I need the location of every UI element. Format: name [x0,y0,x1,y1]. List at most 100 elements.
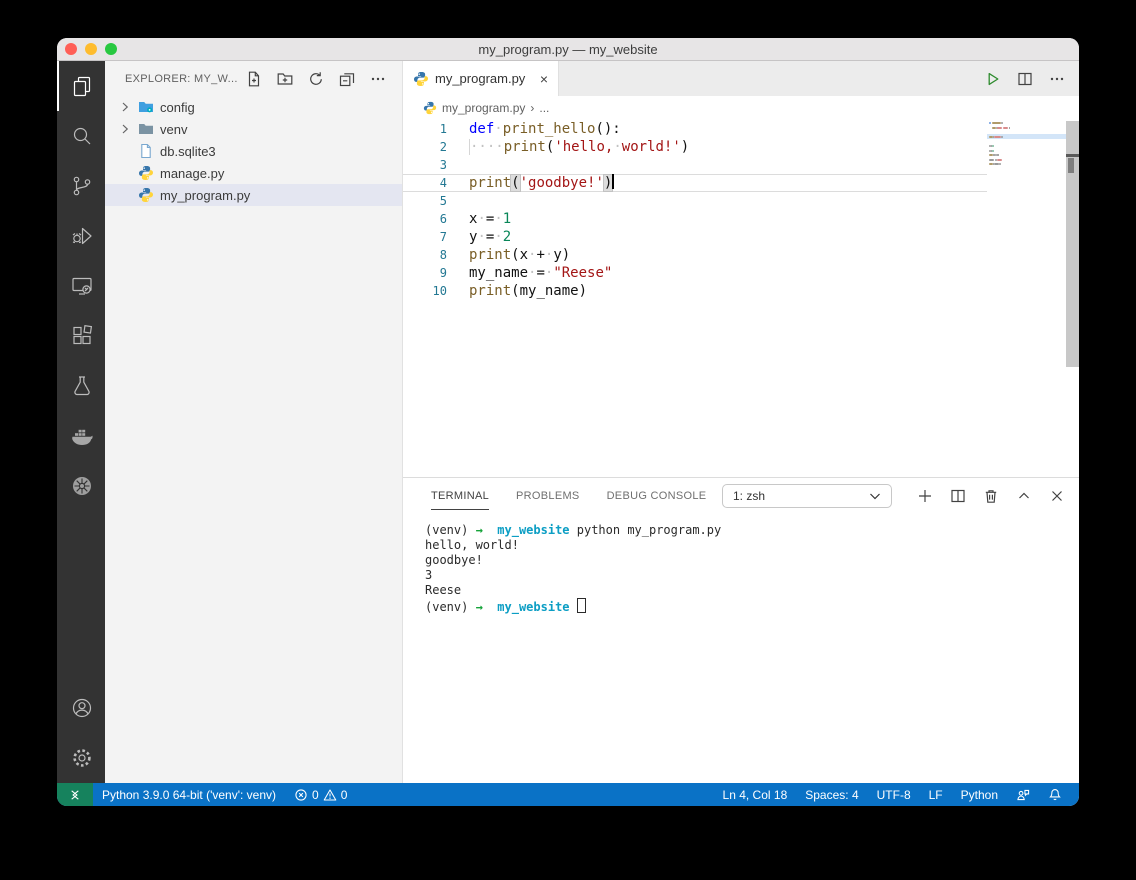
line-number[interactable]: 2 [403,138,447,156]
activity-bar-item-explorer[interactable] [57,61,105,111]
activity-bar-item-kubernetes[interactable] [57,461,105,511]
panel-header: TERMINAL PROBLEMS DEBUG CONSOLE 1: zsh [403,478,1079,513]
panel-tab-problems[interactable]: PROBLEMS [516,481,580,510]
new-terminal-button[interactable] [917,488,933,504]
kill-terminal-button[interactable] [983,488,999,504]
tree-item-manage-py[interactable]: manage.py [105,162,402,184]
collapse-all-icon[interactable] [339,71,355,87]
python-icon [138,187,154,203]
activity-bar-item-remote-explorer[interactable] [57,261,105,311]
terminal-line-5: Reese [425,583,462,597]
window-title: my_program.py — my_website [478,41,658,57]
status-label: Python [960,787,998,802]
more-icon[interactable] [370,71,386,87]
code-line-5[interactable]: 5 [403,192,987,210]
refresh-icon[interactable] [308,71,324,87]
terminal-output[interactable]: (venv) → my_website python my_program.py… [403,513,1079,783]
status-cursor-position[interactable]: Ln 4, Col 18 [714,783,797,806]
new-file-icon[interactable] [246,71,262,87]
split-terminal-button[interactable] [950,488,966,504]
minimap-token [997,154,1000,157]
minimap-token [992,145,994,147]
code-line-2[interactable]: 2 ····print('hello,·world!') [403,138,987,156]
tree-item-config[interactable]: config [105,96,402,118]
line-number[interactable]: 6 [403,210,447,228]
panel-tab-terminal[interactable]: TERMINAL [431,481,490,510]
status-notifications[interactable] [1039,783,1071,806]
code-line-6[interactable]: 6 x·=·1 [403,210,987,228]
split-editor-button[interactable] [1017,71,1033,87]
status-indentation[interactable]: Spaces: 4 [796,783,867,806]
code-line-8[interactable]: 8 print(x·+·y) [403,246,987,264]
editor-vertical-scrollbar[interactable] [1066,120,1079,477]
status-end-of-line[interactable]: LF [920,783,952,806]
minimap-token [1001,135,1003,138]
line-number[interactable]: 7 [403,228,447,246]
activity-bar-item-run-and-debug[interactable] [57,211,105,261]
tree-item-venv[interactable]: venv [105,118,402,140]
run-button[interactable] [985,71,1001,87]
line-number[interactable]: 3 [403,156,447,174]
status-remote-indicator[interactable] [57,783,93,806]
code-line-content: my_name·=·"Reese" [469,265,613,281]
code-line-3[interactable]: 3 [403,156,987,174]
tree-item-my-program-py[interactable]: my_program.py [105,184,402,206]
chevron-right-icon[interactable] [117,99,133,115]
code-editor[interactable]: 1 def·print_hello(): 2 ····print('hello,·wo… [403,120,1079,477]
code-line-10[interactable]: 10 print(my_name) [403,282,987,300]
line-number[interactable]: 1 [403,120,447,138]
new-folder-icon[interactable] [277,71,293,87]
activity-bar-item-source-control[interactable] [57,161,105,211]
minimap-token [1003,126,1009,129]
activity-bar-item-testing[interactable] [57,361,105,411]
minimap-token [992,149,994,152]
feedback-icon [1016,788,1030,802]
code-line-content: ····print('hello,·world!') [469,139,690,155]
activity-bar-item-extensions[interactable] [57,311,105,361]
line-number[interactable]: 9 [403,264,447,282]
minimap[interactable] [987,120,1066,477]
line-number[interactable]: 5 [403,192,447,210]
code-line-1[interactable]: 1 def·print_hello(): [403,120,987,138]
line-number[interactable]: 10 [403,282,447,300]
breadcrumb: my_program.py › ... [403,96,1079,120]
terminal-line-3: goodbye! [425,553,483,567]
tree-item-db-sqlite3[interactable]: db.sqlite3 [105,140,402,162]
tab-close-icon[interactable]: × [538,71,550,87]
line-number[interactable]: 8 [403,246,447,264]
minimap-token [996,126,1003,129]
tree-item-label: db.sqlite3 [160,143,216,159]
editor-more-actions-button[interactable] [1049,71,1065,87]
breadcrumb-more[interactable]: ... [539,101,549,115]
status-label: Python 3.9.0 64-bit ('venv': venv) [102,787,277,802]
code-line-content: print('goodbye!') [469,174,615,191]
code-line-content: print(x·+·y) [469,247,571,263]
activity-bar-item-search[interactable] [57,111,105,161]
tab-my-program[interactable]: my_program.py × [403,61,559,96]
code-line-7[interactable]: 7 y·=·2 [403,228,987,246]
panel-tab-debug-console[interactable]: DEBUG CONSOLE [607,481,707,510]
status-label: LF [928,787,943,802]
activity-bar-item-account[interactable] [57,683,105,733]
activity-bar-item-docker[interactable] [57,411,105,461]
status-feedback[interactable] [1007,783,1039,806]
status-encoding[interactable]: UTF-8 [868,783,920,806]
maximize-panel-button[interactable] [1016,488,1032,504]
status-language-mode[interactable]: Python [952,783,1007,806]
code-line-4[interactable]: 4 print('goodbye!') [403,174,987,192]
minimap-token [992,122,1001,124]
overview-ruler-marker [1068,158,1074,173]
bell-icon [1048,788,1062,802]
activity-bar-item-settings[interactable] [57,733,105,783]
terminal-picker-dropdown[interactable]: 1: zsh [722,483,892,508]
close-panel-button[interactable] [1049,488,1065,504]
code-line-9[interactable]: 9 my_name·=·"Reese" [403,264,987,282]
code-line-content: x·=·1 [469,211,512,227]
code-line-content [447,156,469,174]
explorer-title: EXPLORER: MY_W... [125,72,238,85]
chevron-right-icon[interactable] [117,121,133,137]
line-number[interactable]: 4 [403,174,447,192]
status-problems[interactable]: 00 [285,783,356,806]
breadcrumb-file[interactable]: my_program.py [442,101,525,115]
status-python-interpreter[interactable]: Python 3.9.0 64-bit ('venv': venv) [93,783,285,806]
